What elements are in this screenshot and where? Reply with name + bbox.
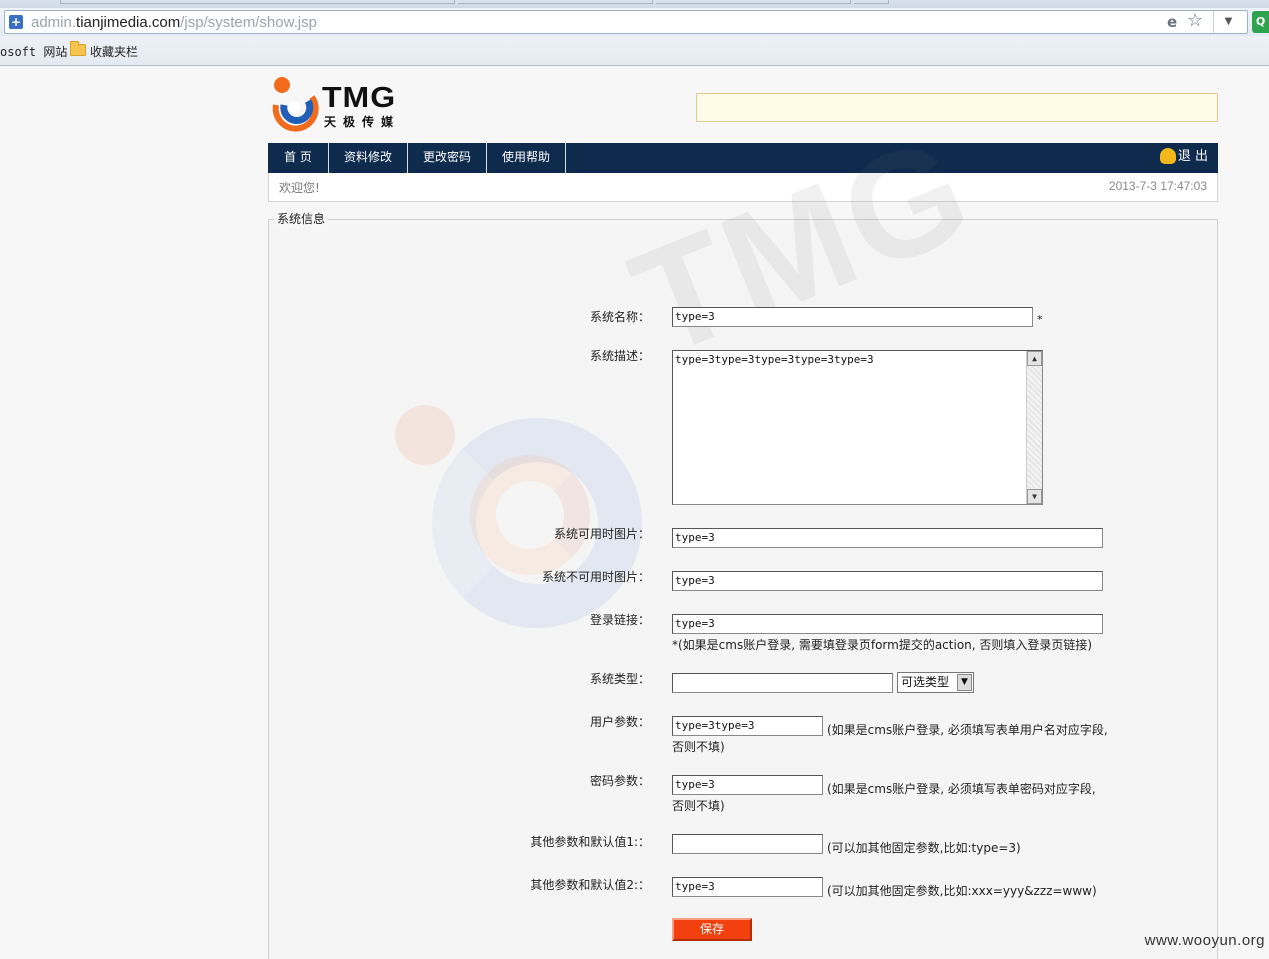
- welcome-text: 欢迎您!: [279, 181, 320, 195]
- nav-home[interactable]: 首 页: [268, 143, 329, 173]
- site-watermark: www.wooyun.org: [1144, 932, 1265, 949]
- header-input[interactable]: [696, 93, 1218, 122]
- other-param-1-note: (可以加其他固定参数,比如:type=3): [827, 841, 1021, 855]
- tab-edge[interactable]: [458, 0, 653, 4]
- label-img-available: 系统可用时图片：: [553, 527, 650, 541]
- welcome-bar: 欢迎您! 2013-7-3 17:47:03: [268, 173, 1218, 202]
- url-prefix: admin.: [31, 14, 77, 31]
- label-other-param-1: 其他参数和默认值1:：: [530, 835, 650, 849]
- nav-profile[interactable]: 资料修改: [329, 143, 408, 173]
- logo-text: TMG: [322, 80, 397, 114]
- current-datetime: 2013-7-3 17:47:03: [1108, 179, 1207, 193]
- page-icon: +: [9, 15, 23, 29]
- user-param-note: (如果是cms账户登录, 必须填写表单用户名对应字段,: [827, 723, 1108, 737]
- system-desc-textarea[interactable]: type=3type=3type=3type=3type=3 ▲ ▼: [672, 350, 1043, 505]
- scroll-down-icon[interactable]: ▼: [1027, 489, 1042, 504]
- img-available-input[interactable]: type=3: [672, 528, 1103, 548]
- address-icons: e ☆: [1167, 12, 1207, 32]
- extension-icon[interactable]: Q: [1252, 11, 1269, 33]
- system-type-input[interactable]: [672, 673, 893, 693]
- tab-edge[interactable]: [60, 0, 455, 4]
- label-user-param: 用户参数：: [589, 715, 650, 729]
- compatibility-icon[interactable]: e: [1167, 14, 1183, 30]
- logout-label: 退 出: [1177, 149, 1208, 164]
- pwd-param-note-2: 否则不填): [672, 799, 725, 813]
- address-bar[interactable]: + admin.tianjimedia.com/jsp/system/show.…: [4, 10, 1248, 34]
- address-bar-row: + admin.tianjimedia.com/jsp/system/show.…: [0, 8, 1269, 36]
- system-type-option: 可选类型: [901, 675, 950, 689]
- user-param-input[interactable]: type=3type=3: [672, 716, 823, 736]
- nav-bar: 首 页 资料修改 更改密码 使用帮助 退 出: [268, 143, 1218, 173]
- url-host: tianjimedia.com: [76, 14, 181, 31]
- label-img-unavailable: 系统不可用时图片：: [541, 570, 650, 584]
- logo-subtitle: 天极传媒: [324, 115, 401, 129]
- panel-legend: 系统信息: [274, 210, 329, 227]
- tab-edge[interactable]: [656, 0, 851, 4]
- pwd-param-note: (如果是cms账户登录, 必须填写表单密码对应字段,: [827, 782, 1096, 796]
- url-path: /jsp/system/show.jsp: [180, 14, 317, 31]
- system-name-input[interactable]: type=3: [672, 307, 1033, 327]
- url-text[interactable]: admin.tianjimedia.com/jsp/system/show.js…: [31, 14, 317, 31]
- label-pwd-param: 密码参数：: [589, 774, 650, 788]
- required-mark: *: [1037, 313, 1043, 326]
- star-icon[interactable]: ☆: [1187, 12, 1205, 30]
- logo: TMG 天极传媒: [268, 75, 418, 133]
- dropdown-icon[interactable]: ▼: [1213, 11, 1243, 33]
- other-param-1-input[interactable]: [672, 834, 823, 854]
- other-param-2-note: (可以加其他固定参数,比如:xxx=yyy&zzz=www): [827, 884, 1097, 898]
- tab-edge[interactable]: [854, 0, 889, 4]
- pwd-param-input[interactable]: type=3: [672, 775, 823, 795]
- folder-icon: [70, 41, 86, 56]
- user-param-note-2: 否则不填): [672, 740, 725, 754]
- other-param-2-input[interactable]: type=3: [672, 877, 823, 897]
- textarea-scrollbar[interactable]: ▲ ▼: [1026, 351, 1042, 504]
- label-other-param-2: 其他参数和默认值2:：: [530, 878, 650, 892]
- system-type-select[interactable]: 可选类型 ▼: [897, 672, 974, 693]
- nav-change-password[interactable]: 更改密码: [408, 143, 487, 173]
- label-login-link: 登录链接：: [589, 613, 650, 627]
- label-system-name: 系统名称：: [589, 310, 650, 324]
- label-system-type: 系统类型：: [589, 672, 650, 686]
- img-unavailable-input[interactable]: type=3: [672, 571, 1103, 591]
- bookmark-item[interactable]: osoft 网站: [0, 43, 67, 60]
- logo-mark-icon: [272, 77, 319, 132]
- label-system-desc: 系统描述：: [589, 349, 650, 363]
- logout-link[interactable]: 退 出: [1159, 143, 1208, 173]
- scroll-up-icon[interactable]: ▲: [1027, 351, 1042, 366]
- bookmark-folder[interactable]: 收藏夹栏: [90, 43, 138, 60]
- login-link-note: *(如果是cms账户登录, 需要填登录页form提交的action, 否则填入登…: [672, 638, 1093, 652]
- chevron-down-icon: ▼: [957, 674, 972, 691]
- login-link-input[interactable]: type=3: [672, 614, 1103, 634]
- save-button[interactable]: 保存: [672, 918, 752, 941]
- bookmarks-bar: osoft 网站 收藏夹栏: [0, 36, 1269, 66]
- nav-help[interactable]: 使用帮助: [487, 143, 566, 173]
- tab-strip: [0, 0, 1269, 8]
- logout-icon: [1159, 147, 1176, 164]
- system-desc-value: type=3type=3type=3type=3type=3: [675, 353, 874, 366]
